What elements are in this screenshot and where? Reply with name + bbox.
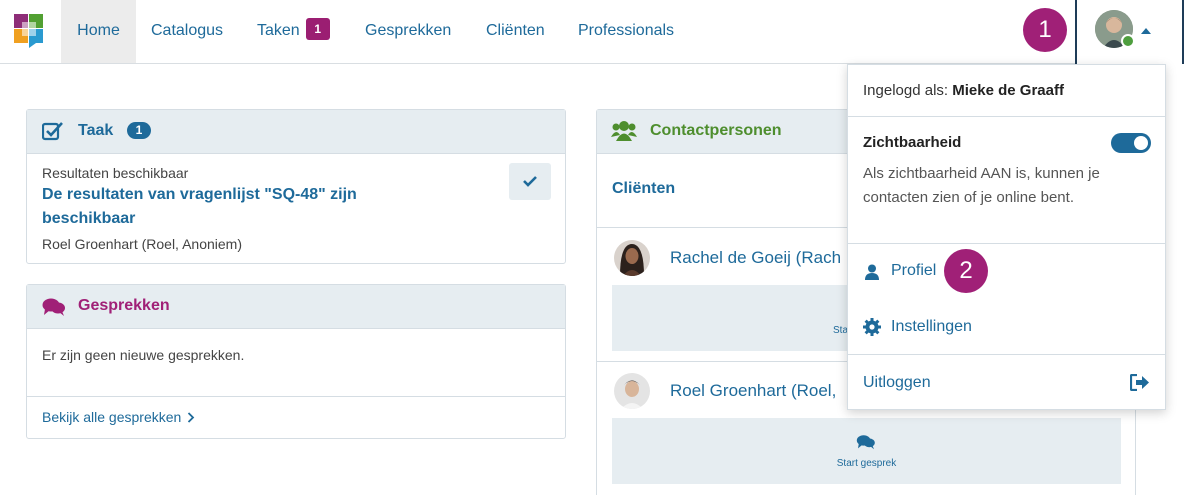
conversations-card-header: Gesprekken bbox=[27, 285, 565, 329]
nav-professionals[interactable]: Professionals bbox=[578, 0, 674, 63]
nav-taken-label: Taken bbox=[257, 22, 300, 39]
logged-in-label: Ingelogd als: bbox=[863, 82, 949, 99]
nav-home-label: Home bbox=[77, 22, 120, 39]
nav-clienten-label: Cliënten bbox=[486, 22, 545, 39]
nav-professionals-label: Professionals bbox=[578, 22, 675, 39]
nav-gesprekken-label: Gesprekken bbox=[365, 22, 452, 39]
task-card: Taak 1 Resultaten beschikbaar De resulta… bbox=[26, 109, 566, 264]
user-dropdown-menu: Ingelogd als: Mieke de Graaff Zichtbaarh… bbox=[847, 64, 1166, 410]
visibility-description: Als zichtbaarheid AAN is, kunnen je cont… bbox=[863, 165, 1100, 206]
contact-avatar bbox=[614, 240, 650, 276]
app-logo[interactable] bbox=[14, 14, 44, 48]
top-navigation: Home Catalogus Taken 1 Gesprekken Cliënte… bbox=[0, 0, 1184, 64]
contact-name-link[interactable]: Rachel de Goeij (Rach bbox=[670, 248, 841, 268]
no-conversations-text: Er zijn geen nieuwe gesprekken. bbox=[42, 347, 245, 363]
nav-clienten[interactable]: Cliënten bbox=[486, 0, 545, 63]
comments-icon bbox=[856, 435, 875, 450]
task-type: Resultaten beschikbaar bbox=[42, 165, 189, 181]
check-icon bbox=[523, 176, 537, 187]
divider bbox=[27, 396, 565, 397]
divider bbox=[848, 116, 1165, 117]
comments-icon bbox=[42, 298, 65, 316]
complete-task-button[interactable] bbox=[509, 163, 551, 200]
toggle-knob bbox=[1134, 136, 1148, 150]
settings-label: Instellingen bbox=[891, 318, 972, 335]
nav-gesprekken[interactable]: Gesprekken bbox=[365, 0, 451, 63]
clients-section-title: Cliënten bbox=[612, 180, 676, 197]
step-marker-1: 1 bbox=[1023, 8, 1067, 52]
settings-menu-item[interactable]: Instellingen bbox=[848, 303, 1165, 353]
divider bbox=[848, 354, 1165, 355]
logged-in-as: Ingelogd als: Mieke de Graaff bbox=[863, 82, 1064, 99]
user-icon bbox=[865, 264, 879, 280]
conversations-card: Gesprekken Er zijn geen nieuwe gesprekke… bbox=[26, 284, 566, 439]
contact-name-link[interactable]: Roel Groenhart (Roel, bbox=[670, 381, 836, 401]
contact-avatar bbox=[614, 373, 650, 409]
conversations-card-title: Gesprekken bbox=[78, 297, 170, 314]
gear-icon bbox=[863, 318, 881, 336]
caret-up-icon bbox=[1141, 28, 1151, 34]
logout-label: Uitloggen bbox=[863, 374, 931, 391]
step-marker-2: 2 bbox=[944, 249, 988, 293]
visibility-title: Zichtbaarheid bbox=[863, 134, 962, 151]
taken-count-badge: 1 bbox=[305, 18, 330, 40]
task-count-badge: 1 bbox=[127, 122, 151, 139]
task-card-header: Taak 1 bbox=[27, 110, 565, 154]
visibility-toggle[interactable] bbox=[1111, 133, 1151, 153]
users-icon bbox=[611, 121, 637, 141]
profile-label: Profiel bbox=[891, 262, 937, 279]
nav-catalogus[interactable]: Catalogus bbox=[151, 0, 223, 63]
task-heading-link[interactable]: De resultaten van vragenlijst "SQ-48" zi… bbox=[42, 183, 442, 231]
logged-in-user-name: Mieke de Graaff bbox=[952, 82, 1064, 99]
start-conversation-label: Sta bbox=[833, 325, 849, 336]
start-conversation-label: Start gesprek bbox=[836, 458, 897, 469]
sign-out-icon bbox=[1130, 374, 1149, 391]
logout-menu-item[interactable]: Uitloggen bbox=[848, 359, 1165, 407]
profile-menu-item[interactable]: Profiel bbox=[848, 247, 1165, 297]
nav-home[interactable]: Home bbox=[61, 0, 136, 63]
checkbox-icon bbox=[42, 122, 63, 141]
chevron-right-icon bbox=[188, 412, 195, 423]
view-all-conversations-link[interactable]: Bekijk alle gesprekken bbox=[42, 409, 195, 425]
nav-taken[interactable]: Taken 1 bbox=[257, 0, 330, 63]
online-status-icon bbox=[1121, 34, 1135, 48]
start-conversation-button[interactable]: Start gesprek bbox=[612, 418, 1121, 484]
user-menu-toggle[interactable] bbox=[1075, 0, 1184, 64]
contacts-card-title: Contactpersonen bbox=[650, 122, 782, 139]
view-all-conversations-label: Bekijk alle gesprekken bbox=[42, 409, 182, 425]
task-person: Roel Groenhart (Roel, Anoniem) bbox=[42, 236, 242, 252]
nav-catalogus-label: Catalogus bbox=[151, 22, 224, 39]
divider bbox=[848, 243, 1165, 244]
task-card-title: Taak bbox=[78, 122, 114, 139]
